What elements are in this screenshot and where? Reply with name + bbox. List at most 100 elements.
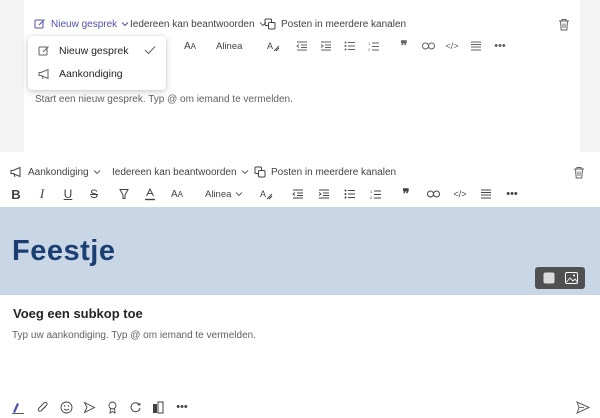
copy-channels-icon xyxy=(254,166,266,178)
banner-color-button[interactable] xyxy=(543,272,555,284)
compose-icon xyxy=(34,18,46,30)
highlighter-icon xyxy=(118,188,130,200)
quote-button[interactable]: ❞ xyxy=(396,38,412,54)
outdent-icon xyxy=(296,41,308,51)
quote-button[interactable]: ❞ xyxy=(397,185,415,203)
paragraph-style-selector[interactable]: Alinea xyxy=(205,185,243,203)
paragraph-style-selector[interactable]: Alinea xyxy=(216,38,242,54)
more-options-button[interactable]: ••• xyxy=(492,38,508,54)
send-button[interactable] xyxy=(575,399,591,415)
bullet-list-button[interactable] xyxy=(341,185,359,203)
svg-text:A: A xyxy=(260,189,266,199)
outdent-button[interactable] xyxy=(294,38,310,54)
copy-channels-icon xyxy=(264,18,276,30)
reply-setting-selector[interactable]: Iedereen kan beantwoorden xyxy=(112,160,249,184)
color-swatch-icon xyxy=(543,272,555,284)
post-type-selector[interactable]: Nieuw gesprek xyxy=(34,12,129,36)
subheading-input[interactable]: Voeg een subkop toe xyxy=(13,306,143,321)
announcement-format-toolbar: B I U S AA Alinea A 12 ❞ </> ••• xyxy=(0,185,600,203)
multi-channel-label: Posten in meerdere kanalen xyxy=(271,166,397,178)
indent-icon xyxy=(320,41,332,51)
emoji-button[interactable] xyxy=(58,399,74,415)
more-actions-button[interactable]: ••• xyxy=(174,399,190,415)
menu-item-announcement[interactable]: Aankondiging xyxy=(28,63,166,86)
trash-icon xyxy=(558,18,570,31)
italic-icon: I xyxy=(39,186,45,201)
highlight-button[interactable] xyxy=(115,185,133,203)
clear-format-icon: A xyxy=(260,188,274,201)
horizontal-rule-button[interactable] xyxy=(477,185,495,203)
paperclip-icon xyxy=(37,401,49,414)
reply-setting-label: Iedereen kan beantwoorden xyxy=(130,18,255,30)
announcement-banner[interactable]: Feestje xyxy=(0,207,600,295)
top-compose-placeholder[interactable]: Start een nieuw gesprek. Typ @ om iemand… xyxy=(35,94,293,105)
strikethrough-button[interactable]: S xyxy=(85,185,103,203)
announcement-headline[interactable]: Feestje xyxy=(12,235,115,268)
compose-icon xyxy=(38,45,50,57)
top-compose-options-bar: Nieuw gesprek Iedereen kan beantwoorden … xyxy=(24,12,580,36)
font-size-button[interactable]: AA xyxy=(182,38,198,54)
numbered-list-button[interactable]: 12 xyxy=(366,38,382,54)
emoji-icon xyxy=(60,401,73,414)
announcement-body-input[interactable]: Typ uw aankondiging. Typ @ om iemand te … xyxy=(12,330,256,341)
menu-item-new-conversation[interactable]: Nieuw gesprek xyxy=(28,40,166,63)
clear-format-button[interactable]: A xyxy=(266,38,282,54)
multi-channel-button[interactable]: Posten in meerdere kanalen xyxy=(254,160,396,184)
banner-image-button[interactable] xyxy=(565,272,578,284)
numbered-list-button[interactable]: 12 xyxy=(367,185,385,203)
quote-icon: ❞ xyxy=(402,186,410,201)
indent-icon xyxy=(318,189,330,199)
post-type-selector[interactable]: Aankondiging xyxy=(10,160,101,184)
clear-format-icon: A xyxy=(267,40,281,53)
underline-button[interactable]: U xyxy=(59,185,77,203)
praise-icon xyxy=(107,401,118,414)
attach-button[interactable] xyxy=(35,399,51,415)
post-type-menu: Nieuw gesprek Aankondiging xyxy=(28,36,166,90)
numbered-list-icon: 12 xyxy=(368,41,380,52)
menu-item-label: Nieuw gesprek xyxy=(59,45,129,57)
outdent-button[interactable] xyxy=(289,185,307,203)
indent-button[interactable] xyxy=(315,185,333,203)
horizontal-rule-button[interactable] xyxy=(468,38,484,54)
paragraph-style-label: Alinea xyxy=(216,40,243,52)
svg-text:2: 2 xyxy=(370,195,373,200)
font-size-icon: AA xyxy=(170,188,183,200)
link-button[interactable] xyxy=(424,185,442,203)
paragraph-style-label: Alinea xyxy=(205,188,232,200)
code-icon: </> xyxy=(445,41,459,51)
link-button[interactable] xyxy=(420,38,436,54)
compose-actions-bar: ••• xyxy=(0,399,600,417)
delete-draft-button[interactable] xyxy=(573,160,585,184)
reply-setting-label: Iedereen kan beantwoorden xyxy=(112,166,237,178)
clear-format-button[interactable]: A xyxy=(258,185,276,203)
megaphone-icon xyxy=(10,166,23,178)
link-icon xyxy=(426,190,440,198)
chevron-down-icon xyxy=(235,191,243,197)
chevron-down-icon xyxy=(93,169,101,175)
announcement-options-bar: Aankondiging Iedereen kan beantwoorden P… xyxy=(0,160,600,184)
bold-button[interactable]: B xyxy=(7,185,25,203)
gif-icon xyxy=(82,400,96,414)
apps-icon xyxy=(152,401,164,414)
loop-button[interactable] xyxy=(127,399,143,415)
gif-button[interactable] xyxy=(81,399,97,415)
praise-button[interactable] xyxy=(104,399,120,415)
apps-button[interactable] xyxy=(150,399,166,415)
post-type-label: Nieuw gesprek xyxy=(51,18,118,30)
multi-channel-button[interactable]: Posten in meerdere kanalen xyxy=(264,12,406,36)
indent-button[interactable] xyxy=(318,38,334,54)
format-button[interactable] xyxy=(10,399,26,415)
italic-button[interactable]: I xyxy=(33,185,51,203)
font-color-button[interactable] xyxy=(141,185,159,203)
bullet-list-button[interactable] xyxy=(342,38,358,54)
reply-setting-selector[interactable]: Iedereen kan beantwoorden xyxy=(130,12,267,36)
more-options-button[interactable]: ••• xyxy=(503,185,521,203)
code-button[interactable]: </> xyxy=(451,185,469,203)
more-icon: ••• xyxy=(176,401,188,413)
horizontal-rule-icon xyxy=(480,189,492,199)
underline-icon: U xyxy=(63,187,73,201)
font-size-button[interactable]: AA xyxy=(168,185,186,203)
delete-draft-button[interactable] xyxy=(558,12,570,36)
numbered-list-icon: 12 xyxy=(370,189,382,200)
code-button[interactable]: </> xyxy=(444,38,460,54)
